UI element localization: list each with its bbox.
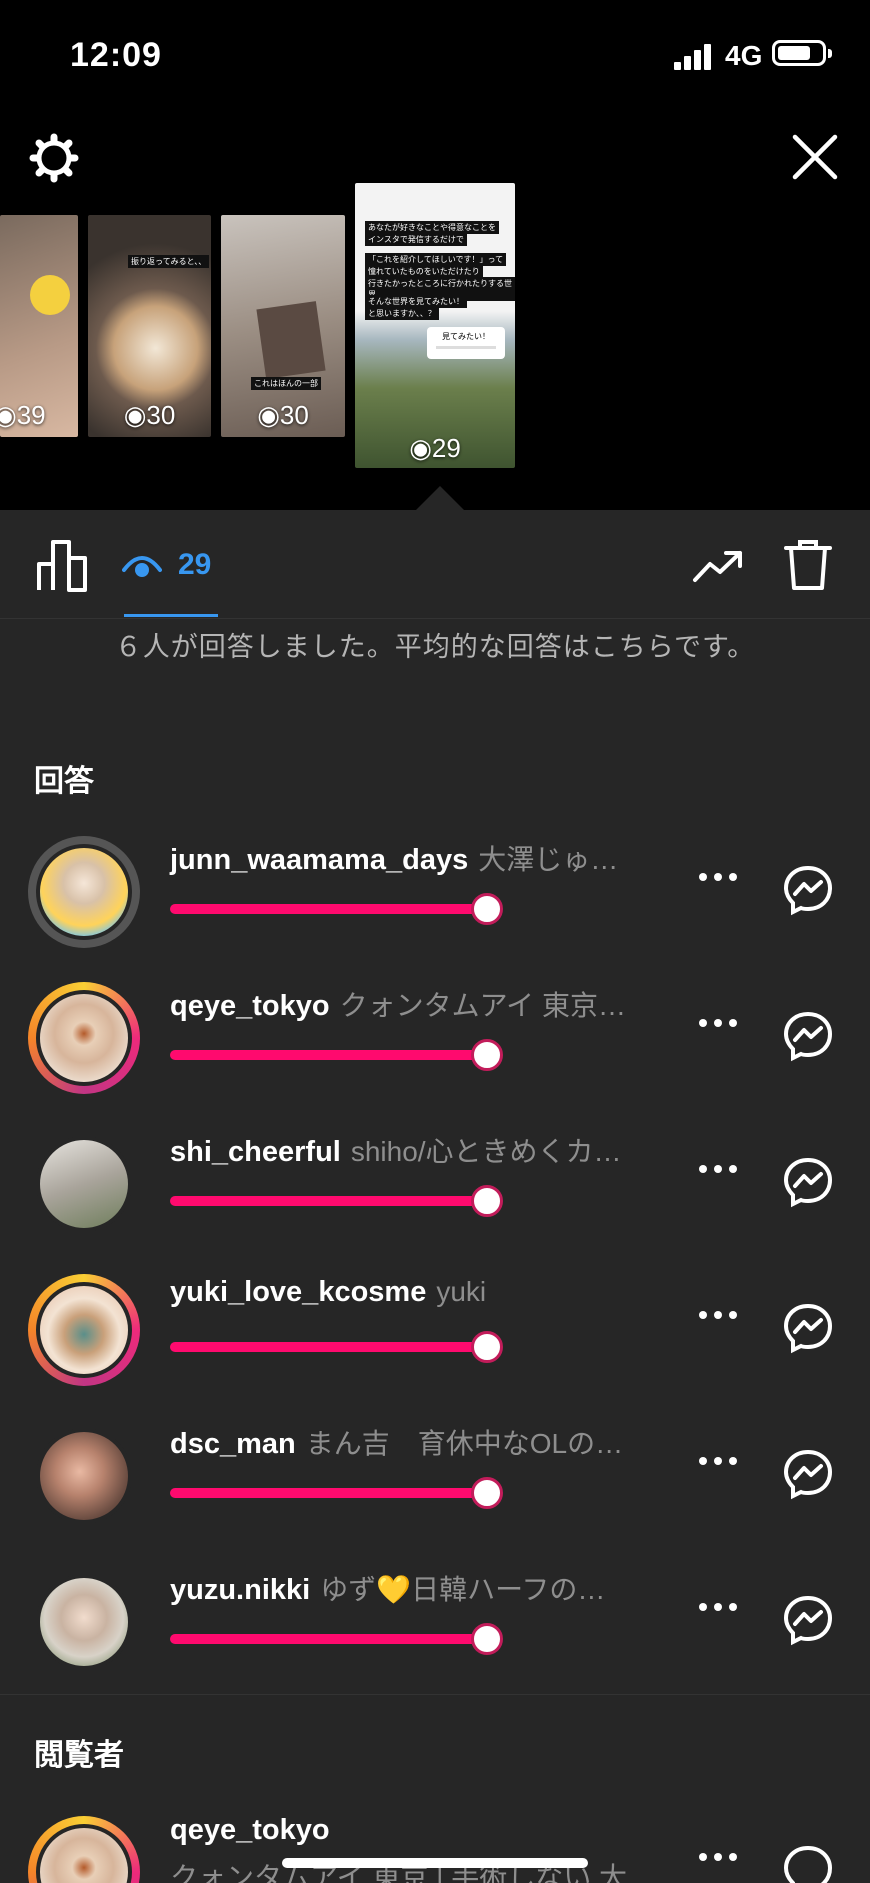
- eye-icon: ◉: [257, 400, 280, 430]
- response-row[interactable]: yuki_love_kcosme yuki: [0, 1256, 870, 1402]
- story-caption: これはほんの一部: [251, 377, 321, 390]
- story-views: 39: [16, 400, 46, 430]
- response-summary: ６人が回答しました。平均的な回答はこちらです。: [114, 632, 756, 662]
- response-row[interactable]: dsc_man まん吉 育休中なOLの…: [0, 1402, 870, 1548]
- username[interactable]: yuki_love_kcosme: [170, 1276, 426, 1308]
- eye-icon[interactable]: [122, 550, 162, 580]
- response-slider-knob: [471, 1331, 503, 1363]
- response-slider-knob: [471, 1185, 503, 1217]
- full-name: yuki: [436, 1276, 487, 1307]
- messenger-icon[interactable]: [782, 1844, 834, 1883]
- response-slider-knob: [471, 1477, 503, 1509]
- response-slider-track: [170, 1634, 488, 1644]
- viewers-count[interactable]: 29: [178, 548, 211, 582]
- close-icon[interactable]: [790, 132, 840, 182]
- avatar[interactable]: [28, 1566, 140, 1678]
- eye-icon: ◉: [409, 433, 432, 463]
- messenger-icon[interactable]: [782, 1302, 834, 1354]
- battery-icon: [772, 40, 832, 66]
- more-options-icon[interactable]: [698, 1852, 738, 1862]
- eye-icon: ◉: [123, 400, 147, 430]
- full-name: クォンタムアイ 東京…: [339, 990, 626, 1021]
- messenger-icon[interactable]: [782, 1010, 834, 1062]
- active-tab-indicator: [124, 614, 218, 617]
- full-name: shiho/心ときめくカ…: [350, 1136, 622, 1167]
- responses-heading: 回答: [34, 765, 94, 798]
- network-type: 4G: [725, 40, 763, 71]
- response-slider-knob: [471, 1623, 503, 1655]
- avatar[interactable]: [28, 836, 140, 948]
- story-thumbnail[interactable]: 振り返ってみると、、 ◉30: [88, 215, 211, 437]
- bar-chart-icon[interactable]: [36, 538, 88, 592]
- story-caption-line: と思いますか、、？: [365, 307, 439, 320]
- messenger-icon[interactable]: [782, 1156, 834, 1208]
- response-row[interactable]: qeye_tokyo クォンタムアイ 東京…: [0, 964, 870, 1110]
- full-name: 大澤じゅ…: [478, 844, 619, 875]
- story-views: 30: [279, 400, 309, 430]
- more-options-icon[interactable]: [698, 1164, 738, 1174]
- messenger-icon[interactable]: [782, 1594, 834, 1646]
- settings-gear-icon[interactable]: [28, 132, 80, 184]
- viewer-row[interactable]: qeye_tokyo クォンタムアイ 東京 | 手術しない 大: [0, 1798, 870, 1883]
- home-indicator[interactable]: [282, 1858, 588, 1868]
- username[interactable]: dsc_man: [170, 1428, 296, 1460]
- story-thumbnail[interactable]: これはほんの一部 ◉30: [221, 215, 345, 437]
- username[interactable]: shi_cheerful: [170, 1136, 341, 1168]
- status-time: 12:09: [70, 36, 162, 74]
- messenger-icon[interactable]: [782, 864, 834, 916]
- story-thumbnail-selected[interactable]: あなたが好きなことや得意なことを インスタで発信するだけで 「これを紹介してほし…: [355, 183, 515, 468]
- response-row[interactable]: yuzu.nikki ゆず💛日韓ハーフの…: [0, 1548, 870, 1694]
- story-views: 30: [146, 400, 176, 430]
- full-name: まん吉 育休中なOLの…: [305, 1428, 624, 1459]
- story-caption: 振り返ってみると、、: [128, 255, 210, 268]
- full-name: ゆず💛日韓ハーフの…: [320, 1574, 606, 1605]
- avatar[interactable]: [28, 982, 140, 1094]
- avatar[interactable]: [28, 1128, 140, 1240]
- story-caption-line: インスタで発信するだけで: [365, 233, 467, 246]
- response-slider-track: [170, 904, 488, 914]
- more-options-icon[interactable]: [698, 1602, 738, 1612]
- trending-up-icon[interactable]: [692, 548, 744, 584]
- viewers-heading: 閲覧者: [34, 1739, 124, 1772]
- response-slider-track: [170, 1342, 488, 1352]
- sticker-question: 見てみたい！: [442, 332, 490, 341]
- avatar[interactable]: [28, 1816, 140, 1883]
- avatar[interactable]: [28, 1274, 140, 1386]
- signal-icon: [674, 44, 711, 70]
- response-slider-track: [170, 1196, 488, 1206]
- eye-icon: ◉: [0, 400, 17, 430]
- trash-icon[interactable]: [784, 538, 832, 592]
- response-row[interactable]: shi_cheerful shiho/心ときめくカ…: [0, 1110, 870, 1256]
- response-slider-track: [170, 1488, 488, 1498]
- username[interactable]: qeye_tokyo: [170, 990, 330, 1022]
- more-options-icon[interactable]: [698, 1456, 738, 1466]
- username[interactable]: qeye_tokyo: [170, 1814, 330, 1847]
- story-views: 29: [431, 433, 461, 463]
- more-options-icon[interactable]: [698, 1310, 738, 1320]
- section-divider: [0, 1694, 870, 1695]
- avatar[interactable]: [28, 1420, 140, 1532]
- selected-pointer: [416, 486, 464, 510]
- messenger-icon[interactable]: [782, 1448, 834, 1500]
- more-options-icon[interactable]: [698, 1018, 738, 1028]
- response-slider-knob: [471, 1039, 503, 1071]
- response-row[interactable]: junn_waamama_days 大澤じゅ…: [0, 818, 870, 964]
- username[interactable]: yuzu.nikki: [170, 1574, 310, 1606]
- status-bar: 12:09 4G: [0, 0, 870, 110]
- response-slider-track: [170, 1050, 488, 1060]
- username[interactable]: junn_waamama_days: [170, 844, 468, 876]
- response-slider-knob: [471, 893, 503, 925]
- slider-sticker: 見てみたい！: [427, 327, 505, 359]
- story-thumbnail[interactable]: ◉39: [0, 215, 78, 437]
- more-options-icon[interactable]: [698, 872, 738, 882]
